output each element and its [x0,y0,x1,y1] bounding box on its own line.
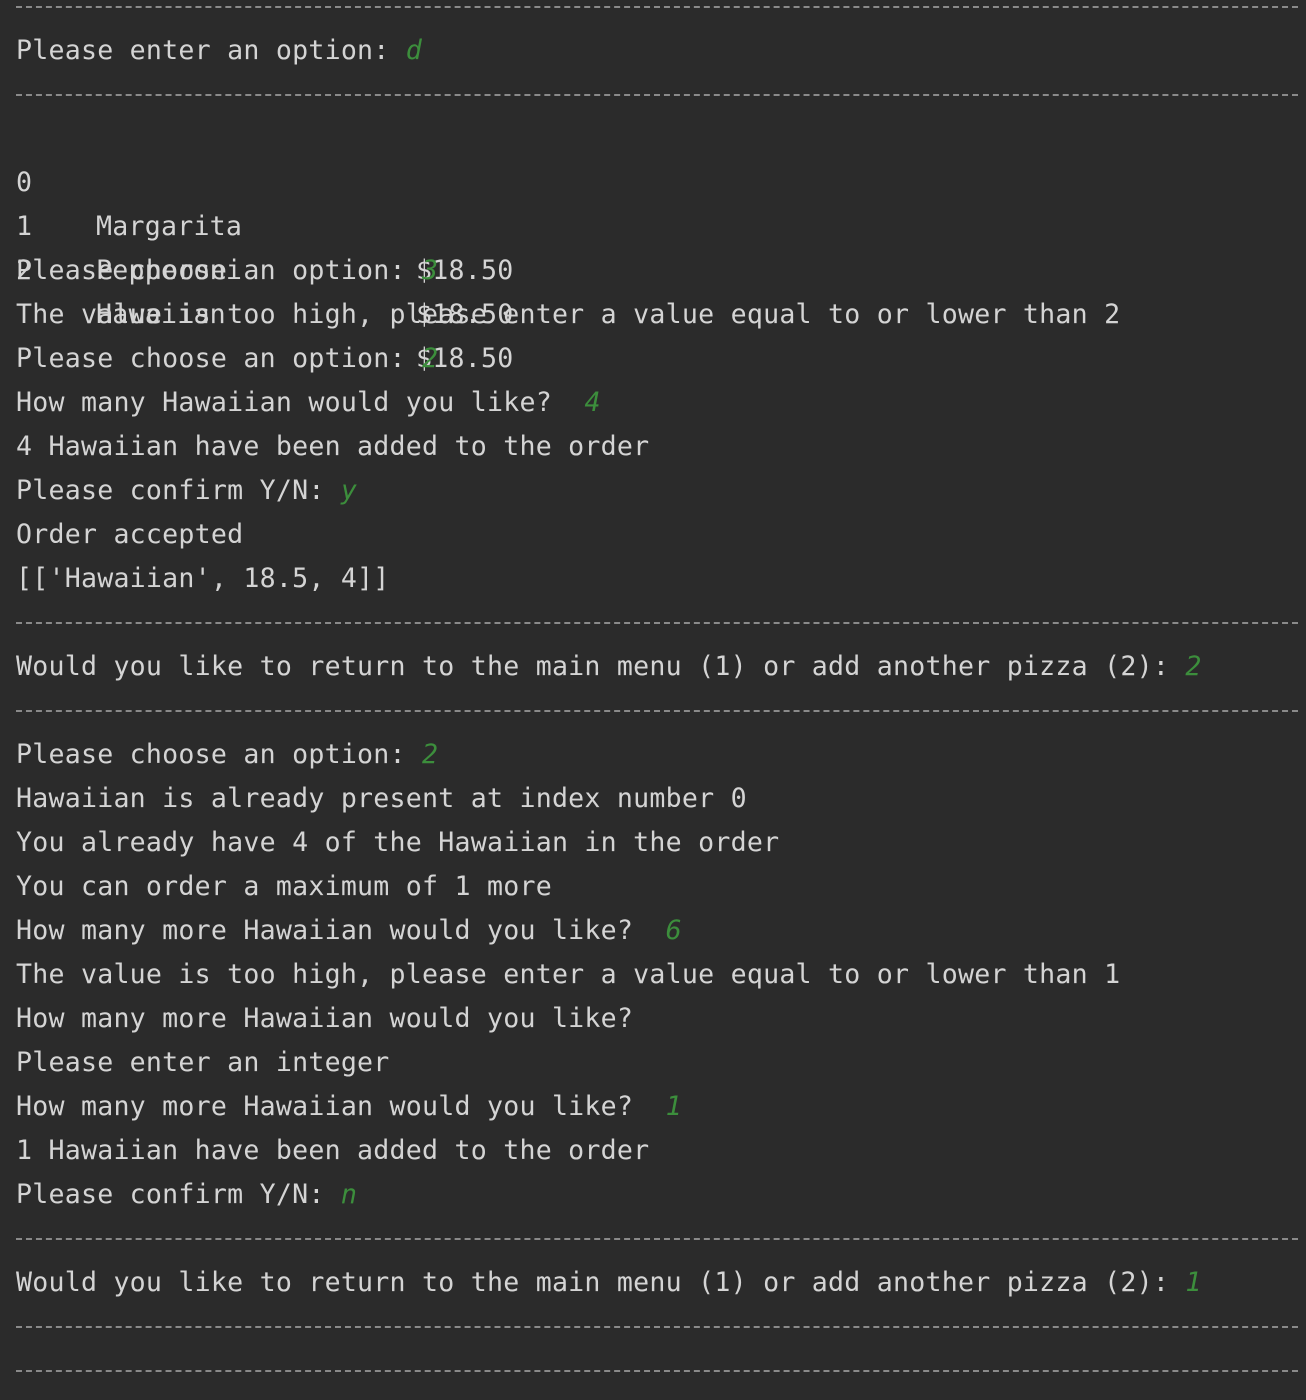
separator-line [16,1370,1298,1372]
console-line: Order accepted [16,513,243,557]
output-text: Hawaiian is already present at index num… [16,783,747,814]
separator-line [16,6,1298,8]
output-text: Please enter an integer [16,1047,390,1078]
separator-line [16,622,1298,624]
user-input: 6 [665,915,682,946]
prompt-text: How many more Hawaiian would you like? [16,1091,666,1122]
console-line: 1 Hawaiian have been added to the order [16,1129,649,1173]
output-text: The value is too high, please enter a va… [16,959,1121,990]
separator-line [16,710,1298,712]
user-input: 1 [1185,1267,1202,1298]
output-text: 1 Hawaiian have been added to the order [16,1135,650,1166]
console-line: Would you like to return to the main men… [16,645,1202,689]
user-input: 2 [422,343,439,374]
separator-line [16,94,1298,96]
console-line: Please enter an option: d [16,29,422,73]
user-input: 4 [584,387,601,418]
output-text: You already have 4 of the Hawaiian in th… [16,827,780,858]
separator-line [16,1326,1298,1328]
prompt-text: Please enter an option: [16,35,406,66]
console-line: The value is too high, please enter a va… [16,953,1120,997]
user-input: 2 [422,739,439,770]
prompt-text: How many more Hawaiian would you like? [16,1003,634,1034]
console-line: Please enter an integer [16,1041,390,1085]
console-line: How many Hawaiian would you like? 4 [16,381,601,425]
console-output: Please enter an option: d 0 Margarita $1… [0,0,1306,1400]
output-text: The value is too high, please enter a va… [16,299,1121,330]
prompt-text: Would you like to return to the main men… [16,1267,1186,1298]
prompt-text: Please confirm Y/N: [16,475,341,506]
console-line: How many more Hawaiian would you like? 1 [16,1085,682,1129]
prompt-text: Please choose an option: [16,739,423,770]
menu-item: 2 Hawaiian $18.50 [16,205,616,374]
console-line: Please choose an option: 2 [16,337,438,381]
console-line: Please choose an option: 2 [16,733,438,777]
user-input: n [340,1179,358,1210]
console-line: 4 Hawaiian have been added to the order [16,425,649,469]
console-line: How many more Hawaiian would you like? 6 [16,909,682,953]
prompt-text: Would you like to return to the main men… [16,651,1186,682]
console-line: Hawaiian is already present at index num… [16,777,747,821]
prompt-text: Please choose an option: [16,343,423,374]
output-text: 4 Hawaiian have been added to the order [16,431,650,462]
console-line: You can order a maximum of 1 more [16,865,552,909]
console-line: You already have 4 of the Hawaiian in th… [16,821,779,865]
console-line: How many more Hawaiian would you like? [16,997,633,1041]
menu-item: 0 Margarita $18.50 [16,117,616,286]
output-text: Order accepted [16,519,244,550]
separator-line [16,1238,1298,1240]
user-input: 1 [665,1091,682,1122]
prompt-text: Please choose an option: [16,255,423,286]
console-line: Please confirm Y/N: n [16,1173,357,1217]
prompt-text: How many Hawaiian would you like? [16,387,585,418]
menu-item: 1 Pepperoni $18.50 [16,161,616,330]
console-line: [['Hawaiian', 18.5, 4]] [16,557,390,601]
prompt-text: How many more Hawaiian would you like? [16,915,666,946]
prompt-text: Please confirm Y/N: [16,1179,341,1210]
output-text: You can order a maximum of 1 more [16,871,552,902]
console-line: The value is too high, please enter a va… [16,293,1120,337]
console-line: Please choose an option: 3 [16,249,438,293]
output-text: [['Hawaiian', 18.5, 4]] [16,563,390,594]
user-input: 2 [1185,651,1202,682]
console-line: Please confirm Y/N: y [16,469,357,513]
console-line: Would you like to return to the main men… [16,1261,1202,1305]
user-input: y [340,475,358,506]
user-input: d [405,35,423,66]
user-input: 3 [422,255,439,286]
